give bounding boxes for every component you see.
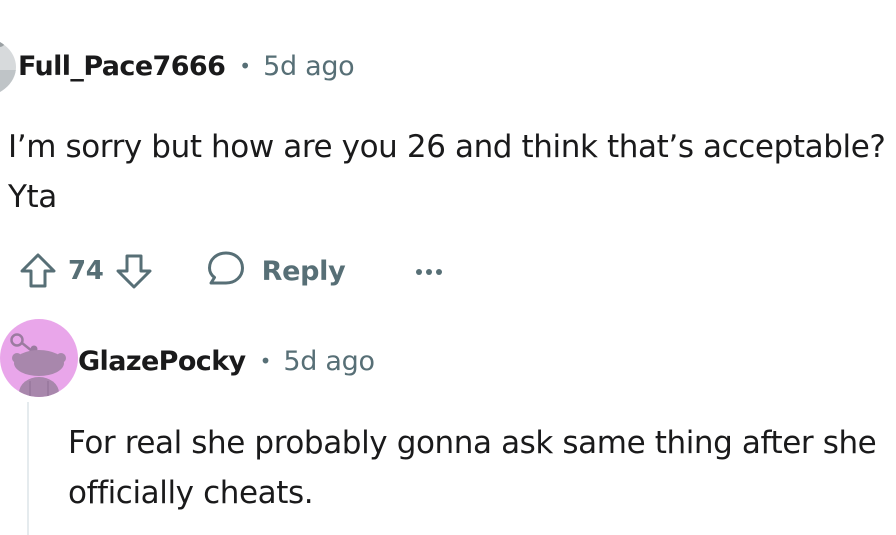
comment-text-line: I’m sorry but how are you 26 and think t… [8, 129, 886, 165]
comment-thread: Full_Pace7666 • 5d ago I’m sorry but how… [0, 0, 896, 535]
comment-text-line: officially cheats. [68, 475, 314, 511]
vote-count: 74 [68, 256, 104, 286]
ellipsis-icon [415, 262, 443, 281]
comment-text-line: Yta [8, 179, 57, 215]
avatar[interactable] [0, 319, 78, 397]
comment-body: For real she probably gonna ask same thi… [68, 418, 896, 518]
comment-body: I’m sorry but how are you 26 and think t… [8, 122, 894, 222]
timestamp[interactable]: 5d ago [283, 346, 375, 377]
reply-label: Reply [261, 255, 346, 287]
comment-text-line: For real she probably gonna ask same thi… [68, 425, 877, 461]
more-options-button[interactable] [415, 262, 443, 281]
upvote-arrow-icon[interactable] [18, 251, 58, 291]
comment-header: GlazePocky • 5d ago [78, 339, 375, 383]
separator-dot: • [239, 54, 252, 78]
comment-header: Full_Pace7666 • 5d ago [18, 44, 355, 88]
avatar[interactable] [0, 36, 16, 98]
reply-button[interactable]: Reply [206, 249, 346, 293]
separator-dot: • [259, 349, 272, 373]
comment-action-bar: 74 Reply [18, 248, 443, 294]
username-link[interactable]: Full_Pace7666 [18, 51, 226, 82]
speech-bubble-icon [206, 249, 246, 293]
thread-line[interactable] [27, 402, 29, 535]
username-link[interactable]: GlazePocky [78, 346, 246, 377]
timestamp[interactable]: 5d ago [263, 51, 355, 82]
downvote-arrow-icon[interactable] [114, 251, 154, 291]
